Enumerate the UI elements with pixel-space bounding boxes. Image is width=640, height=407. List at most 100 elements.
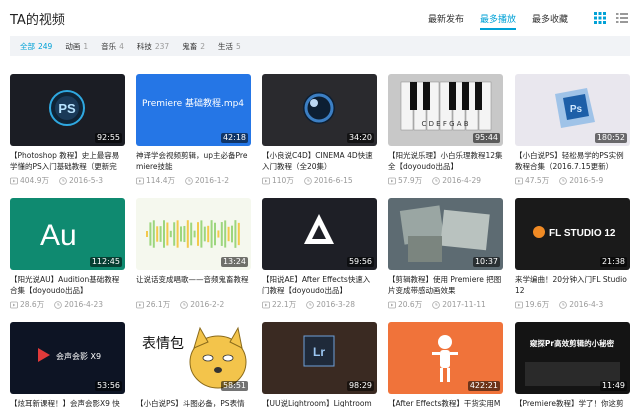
video-thumbnail[interactable]: Lr 98:29: [262, 322, 377, 394]
video-duration: 95:44: [472, 133, 500, 143]
play-count-icon: [262, 177, 270, 184]
video-title[interactable]: 【炫耳新课程！】会声会影X9 快速入门教程: [10, 398, 125, 407]
upload-date: 2016-4-29: [432, 175, 481, 186]
video-title[interactable]: 【阳光说AU】Audition基础教程合集【doyoudo出品】: [10, 274, 125, 296]
video-thumbnail[interactable]: Au 112:45: [10, 198, 125, 270]
video-title[interactable]: 神译学会视频剪辑，up主必备Premiere技能: [136, 150, 251, 172]
video-thumbnail[interactable]: Premiere 基础教程.mp4 42:18: [136, 74, 251, 146]
video-card[interactable]: 表情包 58:51 【小白说PS】斗图必备，PS表情包制作教程: [136, 322, 251, 407]
play-count: 22.1万: [262, 299, 296, 310]
upload-date: 2016-5-3: [59, 175, 103, 186]
filter-tech[interactable]: 科技 237: [137, 41, 169, 52]
video-duration: 112:45: [89, 257, 122, 267]
video-duration: 21:38: [599, 257, 627, 267]
filter-label: 科技: [136, 41, 152, 51]
video-duration: 11:49: [599, 381, 627, 391]
video-meta: 22.1万 2016-3-28: [262, 299, 377, 310]
filter-music[interactable]: 音乐 4: [101, 41, 124, 52]
video-thumbnail[interactable]: 窥探Pr高效剪辑的小秘密 11:49: [515, 322, 630, 394]
filter-count: 1: [83, 41, 89, 51]
clock-icon: [59, 176, 67, 185]
play-count-value: 26.1万: [146, 300, 171, 309]
play-count: 47.5万: [515, 175, 549, 186]
thumbnail-caption: Au: [40, 219, 77, 252]
video-title[interactable]: 来学编曲！20分钟入门FL Studio 12: [515, 274, 630, 296]
video-meta: 404.9万 2016-5-3: [10, 175, 125, 186]
upload-date-value: 2016-2-2: [190, 300, 225, 309]
play-count-value: 57.9万: [398, 176, 423, 185]
video-card[interactable]: C D E F G A B 95:44 【阳光说乐理】小白乐理教程12集全【do…: [388, 74, 503, 186]
list-view-icon[interactable]: [616, 12, 628, 24]
view-switch: [594, 12, 628, 24]
video-title[interactable]: 【小白说PS】斗图必备，PS表情包制作教程: [136, 398, 251, 407]
video-card[interactable]: Ps 180:52 【小白说PS】轻松易学的PS实例教程合集（2016.7.15…: [515, 74, 630, 186]
video-title[interactable]: 【Photoshop 教程】史上最容易学懂的PS入门基础教程（更新完毕）: [10, 150, 125, 172]
thumbnail-caption: 会声会影 X9: [56, 351, 101, 361]
video-title[interactable]: 【Premiere教程】学了！你这剪辑也太难了: [515, 398, 630, 407]
upload-date: 2016-2-2: [180, 299, 224, 310]
play-count-value: 110万: [272, 176, 294, 185]
thumbnail-caption: C D E F G A B: [421, 120, 468, 128]
grid-view-icon[interactable]: [594, 12, 606, 24]
video-duration: 53:56: [94, 381, 122, 391]
video-duration: 42:18: [220, 133, 248, 143]
video-thumbnail[interactable]: C D E F G A B 95:44: [388, 74, 503, 146]
filter-animation[interactable]: 动画 1: [65, 41, 88, 52]
video-title[interactable]: 【阳说AE】After Effects快速入门教程【doyoudo出品】: [262, 274, 377, 296]
clock-icon: [54, 300, 63, 309]
video-thumbnail[interactable]: 10:37: [388, 198, 503, 270]
filter-all[interactable]: 全部 249: [20, 41, 52, 52]
video-thumbnail[interactable]: 13:24: [136, 198, 251, 270]
video-thumbnail[interactable]: FL STUDIO 12 21:38: [515, 198, 630, 270]
video-card[interactable]: 会声会影 X9 53:56 【炫耳新课程！】会声会影X9 快速入门教程: [10, 322, 125, 407]
video-title[interactable]: 【小白说PS】轻松易学的PS实例教程合集（2016.7.15更新）: [515, 150, 630, 172]
tab-most-played[interactable]: 最多播放: [479, 12, 516, 30]
video-duration: 92:55: [94, 133, 122, 143]
video-card[interactable]: FL STUDIO 12 21:38 来学编曲！20分钟入门FL Studio …: [515, 198, 630, 310]
play-count: 19.6万: [515, 299, 549, 310]
video-card[interactable]: 10:37 【剪辑教程】使用 Premiere 把图片变成带感动画效果 20.6…: [388, 198, 503, 310]
video-title[interactable]: 【UU说Lightroom】Lightroom零基础入门教程: [262, 398, 377, 407]
tab-latest[interactable]: 最新发布: [428, 12, 464, 25]
video-thumbnail[interactable]: 422:21: [388, 322, 503, 394]
video-thumbnail[interactable]: 会声会影 X9 53:56: [10, 322, 125, 394]
upload-date: 2016-4-23: [54, 299, 103, 310]
video-thumbnail[interactable]: 59:56: [262, 198, 377, 270]
upload-date-value: 2016-5-3: [68, 176, 104, 185]
filter-label: 鬼畜: [182, 41, 198, 51]
play-count: 28.6万: [10, 299, 44, 310]
video-title[interactable]: 【After Effects教程】干货实用MG动画教程: [388, 398, 503, 407]
video-card[interactable]: Premiere 基础教程.mp4 42:18 神译学会视频剪辑，up主必备Pr…: [136, 74, 251, 186]
video-card[interactable]: Au 112:45 【阳光说AU】Audition基础教程合集【doyoudo出…: [10, 198, 125, 310]
video-title[interactable]: 【小良说C4D】CINEMA 4D快速入门教程（全20集）: [262, 150, 377, 172]
video-title[interactable]: 让说话变成唱歌——音频鬼畜教程: [136, 274, 251, 296]
play-count: 26.1万: [136, 299, 170, 310]
video-title[interactable]: 【阳光说乐理】小白乐理教程12集全【doyoudo出品】: [388, 150, 503, 172]
video-card[interactable]: Lr 98:29 【UU说Lightroom】Lightroom零基础入门教程: [262, 322, 377, 407]
video-card[interactable]: 34:20 【小良说C4D】CINEMA 4D快速入门教程（全20集） 110万…: [262, 74, 377, 186]
upload-date: 2016-5-9: [559, 175, 603, 186]
upload-date-value: 2016-5-9: [569, 176, 604, 185]
video-thumbnail[interactable]: 表情包 58:51: [136, 322, 251, 394]
thumbnail-caption: 表情包: [142, 336, 184, 352]
thumbnail-caption: FL STUDIO 12: [549, 228, 616, 239]
tab-most-favorited[interactable]: 最多收藏: [532, 12, 568, 25]
video-card[interactable]: 13:24 让说话变成唱歌——音频鬼畜教程 26.1万 2016-2-2: [136, 198, 251, 310]
video-card[interactable]: 窥探Pr高效剪辑的小秘密 11:49 【Premiere教程】学了！你这剪辑也太…: [515, 322, 630, 407]
filter-count: 4: [119, 41, 124, 51]
video-thumbnail[interactable]: PS 92:55: [10, 74, 125, 146]
filter-life[interactable]: 生活 5: [218, 41, 241, 52]
filter-kichiku[interactable]: 鬼畜 2: [182, 41, 205, 52]
upload-date: 2016-1-2: [185, 175, 229, 186]
video-thumbnail[interactable]: 34:20: [262, 74, 377, 146]
play-count-value: 22.1万: [272, 300, 297, 309]
video-title[interactable]: 【剪辑教程】使用 Premiere 把图片变成带感动画效果: [388, 274, 503, 296]
video-card[interactable]: 59:56 【阳说AE】After Effects快速入门教程【doyoudo出…: [262, 198, 377, 310]
video-duration: 422:21: [467, 381, 500, 391]
video-card[interactable]: PS 92:55 【Photoshop 教程】史上最容易学懂的PS入门基础教程（…: [10, 74, 125, 186]
page-header: TA的视频 最新发布 最多播放 最多收藏: [0, 0, 640, 36]
svg-text:PS: PS: [58, 101, 76, 116]
category-filter-bar: 全部 249 动画 1 音乐 4 科技 237 鬼畜 2 生活 5: [10, 36, 630, 56]
video-thumbnail[interactable]: Ps 180:52: [515, 74, 630, 146]
video-card[interactable]: 422:21 【After Effects教程】干货实用MG动画教程: [388, 322, 503, 407]
